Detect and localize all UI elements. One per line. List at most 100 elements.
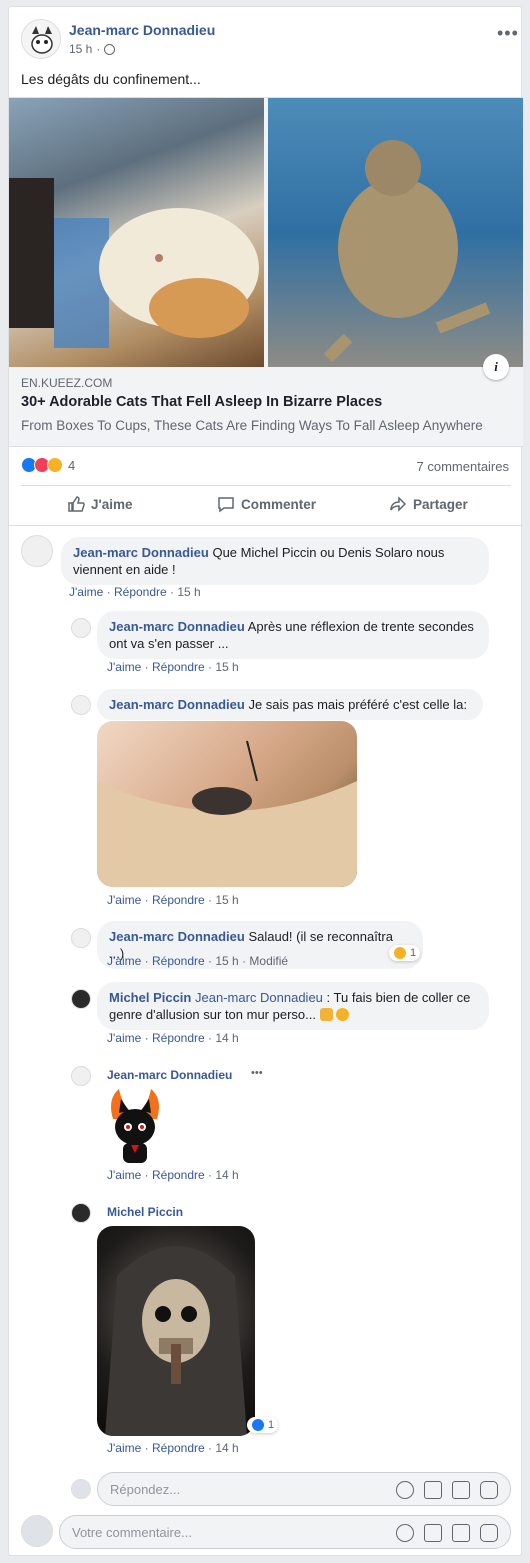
reply-bubble: Jean-marc Donnadieu Je sais pas mais pré… (97, 689, 483, 720)
reply-actions: J'aime · Répondre · 14 h (107, 1031, 239, 1045)
reply-like-link[interactable]: J'aime (107, 1031, 141, 1045)
reply-input[interactable]: Répondez... (97, 1472, 511, 1506)
globe-icon (104, 43, 116, 55)
emoji-icon[interactable] (396, 1524, 414, 1542)
reply-author[interactable]: Jean-marc Donnadieu (109, 619, 245, 634)
reply-author[interactable]: Michel Piccin (107, 1205, 183, 1219)
current-user-avatar (21, 1515, 53, 1547)
link-description: From Boxes To Cups, These Cats Are Findi… (21, 418, 483, 433)
cat-sticker[interactable] (105, 1089, 165, 1165)
comment-like-link[interactable]: J'aime (69, 585, 103, 599)
more-options-icon[interactable]: ••• (497, 23, 519, 44)
comment-reply-link[interactable]: Répondre (114, 585, 167, 599)
link-domain: EN.KUEEZ.COM (21, 376, 113, 390)
reply-author[interactable]: Jean-marc Donnadieu (109, 929, 245, 944)
emoji-icon[interactable] (396, 1481, 414, 1499)
camera-icon[interactable] (424, 1524, 442, 1542)
divider (9, 525, 523, 526)
reply-reply-link[interactable]: Répondre (152, 954, 205, 968)
sticker-icon[interactable] (480, 1524, 498, 1542)
reply-mention[interactable]: Jean-marc Donnadieu (195, 990, 323, 1005)
reply-reaction-badge[interactable]: 1 (389, 945, 421, 961)
reply-avatar[interactable] (71, 618, 91, 638)
reply-time[interactable]: 14 h (215, 1031, 238, 1045)
reply-actions: J'aime · Répondre · 14 h (107, 1441, 239, 1455)
rofl-emoji-icon (336, 1008, 350, 1021)
reply-reply-link[interactable]: Répondre (152, 1168, 205, 1182)
reply-avatar[interactable] (71, 928, 91, 948)
victory-hand-icon (319, 1008, 333, 1021)
preview-image-left (9, 98, 264, 367)
author-avatar[interactable] (21, 19, 61, 59)
reply-avatar[interactable] (71, 695, 91, 715)
comment-input[interactable]: Votre commentaire... (59, 1515, 511, 1549)
reply-actions: J'aime · Répondre · 15 h (107, 893, 239, 907)
share-button[interactable]: Partager (389, 495, 468, 513)
comments-count[interactable]: 7 commentaires (417, 459, 509, 474)
author-name[interactable]: Jean-marc Donnadieu (69, 22, 215, 38)
reply-avatar[interactable] (71, 989, 91, 1009)
reply-like-link[interactable]: J'aime (107, 660, 141, 674)
reply-actions: J'aime · Répondre · 15 h · Modifié (107, 954, 289, 968)
preview-image-right (268, 98, 523, 367)
info-icon[interactable]: i (483, 354, 509, 380)
gif-icon[interactable] (452, 1524, 470, 1542)
thumbs-up-icon (68, 496, 85, 512)
reply-bubble: Michel Piccin Jean-marc Donnadieu : Tu f… (97, 982, 489, 1030)
reply-time[interactable]: 14 h (215, 1168, 238, 1182)
camera-icon[interactable] (424, 1481, 442, 1499)
comment-bubble: Jean-marc Donnadieu Que Michel Piccin ou… (61, 537, 489, 585)
reply-like-link[interactable]: J'aime (107, 954, 141, 968)
reply-photo[interactable] (97, 1226, 255, 1436)
comment-time[interactable]: 15 h (177, 585, 200, 599)
reply-text: Je sais pas mais préféré c'est celle la: (248, 697, 467, 712)
reply-time[interactable]: 15 h (215, 660, 238, 674)
input-tools (396, 1481, 498, 1499)
reply-time[interactable]: 15 h (215, 954, 238, 968)
comment-button[interactable]: Commenter (217, 495, 316, 513)
post-time[interactable]: 15 h (69, 42, 92, 56)
post-card: Jean-marc Donnadieu 15 h · ••• Les dégât… (8, 6, 523, 1556)
reply-reply-link[interactable]: Répondre (152, 1441, 205, 1455)
comment-author[interactable]: Jean-marc Donnadieu (73, 545, 209, 560)
reply-like-link[interactable]: J'aime (107, 1441, 141, 1455)
reply-author[interactable]: Jean-marc Donnadieu (107, 1068, 232, 1082)
gif-icon[interactable] (452, 1481, 470, 1499)
like-button[interactable]: J'aime (67, 495, 133, 513)
sticker-icon[interactable] (480, 1481, 498, 1499)
like-reaction-icon (251, 1418, 265, 1432)
reply-author[interactable]: Jean-marc Donnadieu (109, 697, 245, 712)
reply-bubble: Jean-marc Donnadieu Après une réflexion … (97, 611, 489, 659)
current-user-avatar (71, 1479, 91, 1499)
reply-actions: J'aime · Répondre · 14 h (107, 1168, 239, 1182)
link-preview[interactable]: i EN.KUEEZ.COM 30+ Adorable Cats That Fe… (9, 97, 523, 447)
post-text: Les dégâts du confinement... (21, 71, 201, 87)
reply-time[interactable]: 15 h (215, 893, 238, 907)
more-options-icon[interactable]: ••• (251, 1067, 263, 1079)
reply-input-placeholder: Répondez... (110, 1481, 181, 1497)
reactions-count: 4 (68, 457, 76, 473)
link-title[interactable]: 30+ Adorable Cats That Fell Asleep In Bi… (21, 394, 382, 410)
reply-photo[interactable] (97, 721, 357, 887)
reply-like-link[interactable]: J'aime (107, 893, 141, 907)
post-meta: 15 h · (69, 42, 116, 56)
reply-edited-label[interactable]: Modifié (249, 954, 288, 968)
reply-like-link[interactable]: J'aime (107, 1168, 141, 1182)
comment-avatar[interactable] (21, 535, 53, 567)
comment-actions: J'aime · Répondre · 15 h (69, 585, 201, 599)
reactions-summary[interactable]: 4 (21, 457, 75, 473)
comment-input-placeholder: Votre commentaire... (72, 1524, 192, 1540)
reply-time[interactable]: 14 h (215, 1441, 238, 1455)
reply-author[interactable]: Michel Piccin (109, 990, 191, 1005)
reply-reply-link[interactable]: Répondre (152, 660, 205, 674)
reply-actions: J'aime · Répondre · 15 h (107, 660, 239, 674)
reply-reply-link[interactable]: Répondre (152, 1031, 205, 1045)
reply-avatar[interactable] (71, 1203, 91, 1223)
comment-icon (218, 497, 234, 513)
share-icon (390, 496, 407, 512)
haha-reaction-icon (47, 457, 63, 473)
reply-reaction-badge[interactable]: 1 (247, 1417, 279, 1433)
divider (21, 485, 511, 486)
reply-avatar[interactable] (71, 1066, 91, 1086)
reply-reply-link[interactable]: Répondre (152, 893, 205, 907)
